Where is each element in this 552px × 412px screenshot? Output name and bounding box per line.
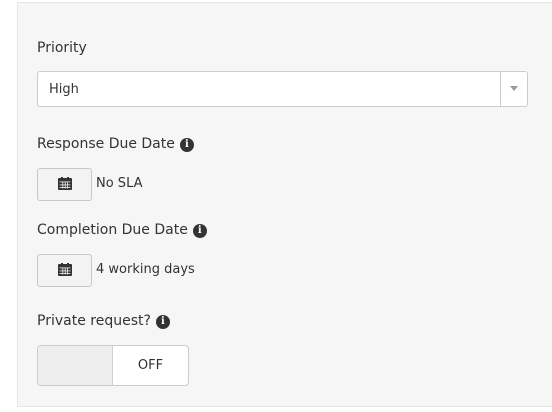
completion-due-label-text: Completion Due Date [37, 222, 188, 238]
calendar-icon [57, 261, 72, 280]
priority-select[interactable]: High [37, 71, 528, 107]
toggle-state-label: OFF [137, 358, 164, 373]
priority-label-text: Priority [37, 40, 87, 56]
response-due-value: No SLA [96, 176, 143, 191]
completion-due-value: 4 working days [96, 262, 195, 277]
response-due-label: Response Due Date i [37, 136, 194, 152]
response-due-label-text: Response Due Date [37, 136, 175, 152]
private-request-label: Private request? i [37, 313, 170, 329]
info-circle-icon[interactable]: i [192, 224, 207, 238]
calendar-icon [57, 175, 72, 194]
priority-selected-value: High [49, 82, 79, 97]
response-due-calendar-button[interactable] [37, 168, 92, 201]
info-circle-icon[interactable]: i [179, 138, 194, 152]
info-circle-icon[interactable]: i [155, 315, 170, 329]
private-request-label-text: Private request? [37, 313, 151, 329]
completion-due-calendar-button[interactable] [37, 254, 92, 287]
toggle-handle[interactable] [38, 346, 113, 385]
chevron-down-icon[interactable] [500, 72, 527, 106]
private-request-toggle[interactable]: OFF [37, 345, 189, 386]
completion-due-label: Completion Due Date i [37, 222, 207, 238]
priority-label: Priority [37, 40, 87, 56]
